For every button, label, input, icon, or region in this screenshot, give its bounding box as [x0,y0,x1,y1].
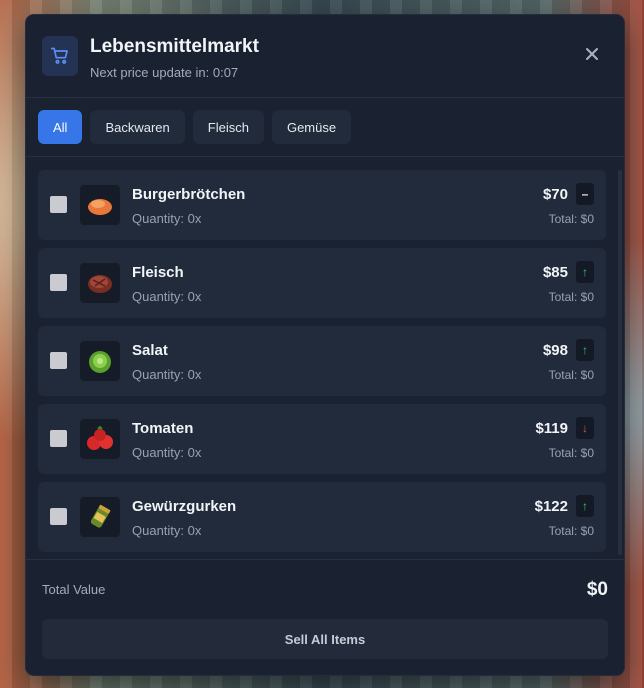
category-tabs: All Backwaren Fleisch Gemüse [38,110,352,144]
item-quantity: Quantity: 0x [132,289,202,304]
item-name: Burgerbrötchen [132,186,246,203]
tab-backwaren[interactable]: Backwaren [90,110,185,144]
trend-up-icon: ↑ [576,495,594,517]
item-total: Total: $0 [548,368,594,382]
item-price: $119 [535,419,568,437]
price-row: $119 ↓ [535,417,594,439]
item-name: Salat [132,342,168,359]
trend-down-icon: ↓ [576,417,594,439]
item-quantity: Quantity: 0x [132,523,202,538]
item-total: Total: $0 [548,446,594,460]
close-button[interactable] [580,42,604,66]
item-quantity: Quantity: 0x [132,367,202,382]
burger-bun-icon [80,185,120,225]
item-quantity: Quantity: 0x [132,445,202,460]
lettuce-icon [80,341,120,381]
item-name: Fleisch [132,264,184,281]
price-row: $98 ↑ [543,339,594,361]
item-price: $70 [542,185,568,203]
item-checkbox[interactable] [50,196,67,213]
item-checkbox[interactable] [50,352,67,369]
item-total: Total: $0 [548,212,594,226]
panel-header: Lebensmittelmarkt Next price update in: … [26,15,624,98]
item-total: Total: $0 [548,290,594,304]
price-row: $122 ↑ [535,495,594,517]
item-price: $122 [534,497,568,515]
item-quantity: Quantity: 0x [132,211,202,226]
item-name: Tomaten [132,420,194,437]
item-checkbox[interactable] [50,508,67,525]
market-panel: Lebensmittelmarkt Next price update in: … [26,15,624,675]
divider [26,156,624,157]
item-checkbox[interactable] [50,430,67,447]
total-value-label: Total Value [42,582,106,597]
item-total: Total: $0 [548,524,594,538]
tab-all[interactable]: All [38,110,83,144]
tomato-icon [80,419,120,459]
divider [26,559,624,560]
list-item[interactable]: Salat Quantity: 0x $98 ↑ Total: $0 [38,326,606,396]
steak-icon [80,263,120,303]
price-update-timer: Next price update in: 0:07 [90,65,239,80]
tab-fleisch[interactable]: Fleisch [192,110,264,144]
sell-all-button[interactable]: Sell All Items [42,619,608,659]
close-icon [586,48,598,60]
price-row: $85 ↑ [543,261,594,283]
item-name: Gewürzgurken [132,498,237,515]
item-list: Burgerbrötchen Quantity: 0x $70 – Total:… [38,170,606,560]
trend-up-icon: ↑ [576,261,594,283]
shopping-cart-icon [42,36,78,76]
total-value: $0 [586,579,608,600]
item-checkbox[interactable] [50,274,67,291]
page-title: Lebensmittelmarkt [90,36,259,57]
scrollbar[interactable] [618,170,622,555]
item-price: $98 [542,341,568,359]
list-item[interactable]: Gewürzgurken Quantity: 0x $122 ↑ Total: … [38,482,606,552]
list-item[interactable]: Tomaten Quantity: 0x $119 ↓ Total: $0 [38,404,606,474]
item-price: $85 [542,263,568,281]
price-row: $70 – [543,183,594,205]
tab-gemuse[interactable]: Gemüse [271,110,352,144]
trend-flat-icon: – [576,183,594,205]
pickle-jar-icon [80,497,120,537]
list-item[interactable]: Burgerbrötchen Quantity: 0x $70 – Total:… [38,170,606,240]
list-item[interactable]: Fleisch Quantity: 0x $85 ↑ Total: $0 [38,248,606,318]
trend-up-icon: ↑ [576,339,594,361]
